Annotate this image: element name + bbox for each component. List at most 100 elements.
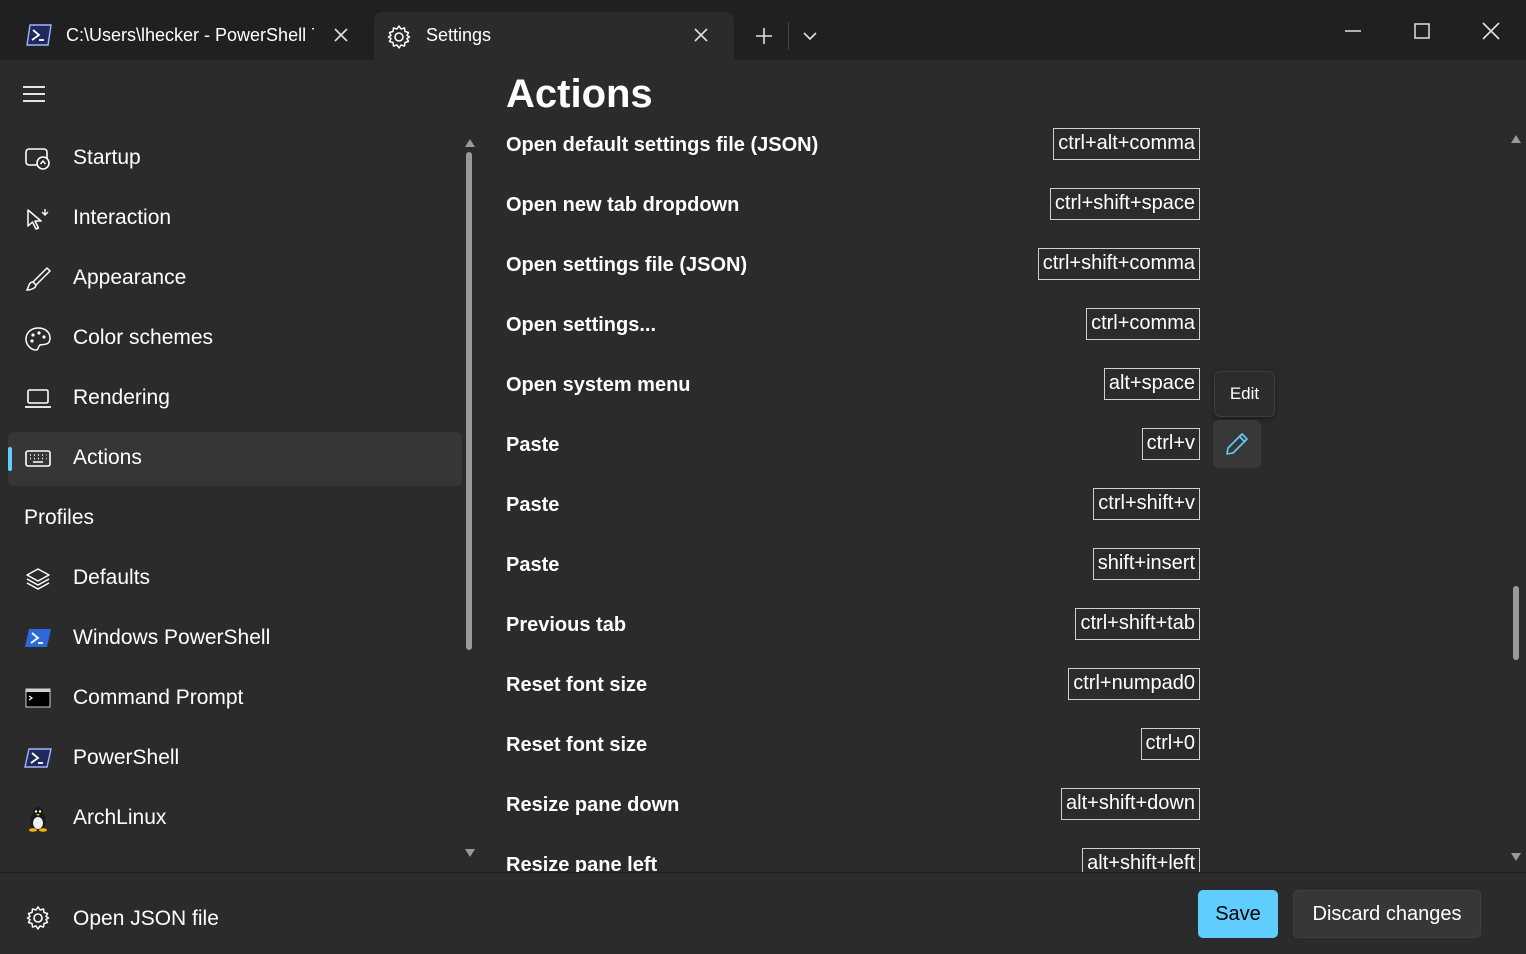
nav-item-startup[interactable]: Startup xyxy=(8,132,462,186)
key-chord: shift+insert xyxy=(1092,548,1200,580)
nav-item-label: Appearance xyxy=(73,266,187,289)
settings-nav: Startup Interaction Appearance Color sch… xyxy=(0,60,480,872)
action-name: Reset font size xyxy=(506,674,648,696)
chevron-down-icon xyxy=(803,32,817,41)
save-button[interactable]: Save xyxy=(1198,890,1278,938)
nav-item-powershell[interactable]: PowerShell xyxy=(8,732,462,786)
gear-icon xyxy=(24,905,52,931)
action-row[interactable]: Paste shift+insert xyxy=(506,548,1206,588)
edit-action-button[interactable] xyxy=(1213,420,1261,468)
close-icon xyxy=(1482,22,1500,40)
tab-settings[interactable]: Settings xyxy=(374,12,734,60)
action-name: Resize pane down xyxy=(506,794,680,816)
key-chord: ctrl+v xyxy=(1141,428,1200,460)
action-row[interactable]: Open settings... ctrl+comma xyxy=(506,308,1206,348)
tab-powershell[interactable]: C:\Users\lhecker - PowerShell 7 xyxy=(14,12,364,60)
window-close-button[interactable] xyxy=(1468,12,1514,50)
scroll-down-arrow-icon[interactable] xyxy=(464,848,476,858)
action-row[interactable]: Open settings file (JSON) ctrl+shift+com… xyxy=(506,248,1206,288)
keyboard-icon xyxy=(24,446,52,472)
nav-item-label: Startup xyxy=(73,146,141,169)
nav-item-command-prompt[interactable]: Command Prompt xyxy=(8,672,462,726)
nav-item-actions[interactable]: Actions xyxy=(8,432,462,486)
nav-item-defaults[interactable]: Defaults xyxy=(8,552,462,606)
key-chord: alt+shift+down xyxy=(1061,788,1200,820)
action-name: Reset font size xyxy=(506,734,648,756)
startup-icon xyxy=(24,146,52,172)
action-row[interactable]: Reset font size ctrl+numpad0 xyxy=(506,668,1206,708)
action-name: Paste xyxy=(506,434,560,456)
interaction-icon xyxy=(24,206,52,232)
nav-item-label: Actions xyxy=(73,446,142,469)
nav-item-color-schemes[interactable]: Color schemes xyxy=(8,312,462,366)
powershell-icon xyxy=(24,626,52,652)
action-row[interactable]: Previous tab ctrl+shift+tab xyxy=(506,608,1206,648)
nav-item-interaction[interactable]: Interaction xyxy=(8,192,462,246)
tux-icon xyxy=(24,806,52,832)
pencil-icon xyxy=(1226,433,1248,455)
key-chord: ctrl+comma xyxy=(1086,308,1200,340)
page-title: Actions xyxy=(506,72,653,116)
discard-changes-button[interactable]: Discard changes xyxy=(1293,890,1481,938)
maximize-button[interactable] xyxy=(1399,12,1445,50)
key-chord: ctrl+numpad0 xyxy=(1068,668,1200,700)
edit-tooltip: Edit xyxy=(1214,371,1275,417)
action-row[interactable]: Resize pane down alt+shift+down xyxy=(506,788,1206,828)
nav-item-label: ArchLinux xyxy=(73,806,167,829)
action-name: Paste xyxy=(506,554,560,576)
actions-page: Actions Open default settings file (JSON… xyxy=(480,60,1526,872)
action-row[interactable]: Paste ctrl+shift+v xyxy=(506,488,1206,528)
action-row[interactable]: Open new tab dropdown ctrl+shift+space xyxy=(506,188,1206,228)
nav-item-label: Interaction xyxy=(73,206,172,229)
scroll-up-arrow-icon[interactable] xyxy=(464,138,476,148)
scroll-up-arrow-icon[interactable] xyxy=(1510,134,1522,144)
action-row[interactable]: Open system menu alt+space xyxy=(506,368,1206,408)
maximize-icon xyxy=(1414,23,1430,39)
plus-icon xyxy=(756,28,772,44)
close-icon[interactable] xyxy=(688,22,714,48)
key-chord: alt+space xyxy=(1103,368,1200,400)
action-row[interactable]: Paste ctrl+v xyxy=(506,428,1206,468)
nav-item-label: Windows PowerShell xyxy=(73,626,271,649)
close-icon[interactable] xyxy=(328,22,354,48)
content-scrollbar-thumb[interactable] xyxy=(1513,586,1519,660)
tab-separator xyxy=(788,22,789,50)
new-tab-button[interactable] xyxy=(748,22,780,50)
cmd-icon xyxy=(24,686,52,712)
action-row[interactable]: Reset font size ctrl+0 xyxy=(506,728,1206,768)
palette-icon xyxy=(24,326,52,352)
open-json-file-button[interactable]: Open JSON file xyxy=(8,891,308,945)
scroll-down-arrow-icon[interactable] xyxy=(1510,852,1522,862)
tab-dropdown-button[interactable] xyxy=(796,22,824,50)
key-chord: ctrl+0 xyxy=(1140,728,1200,760)
gear-icon xyxy=(386,24,412,49)
nav-item-label: Defaults xyxy=(73,566,151,589)
key-chord: ctrl+alt+comma xyxy=(1053,128,1200,160)
minimize-button[interactable] xyxy=(1330,12,1376,50)
nav-item-label: PowerShell xyxy=(73,746,180,769)
key-chord: ctrl+shift+v xyxy=(1093,488,1200,520)
action-row[interactable]: Open default settings file (JSON) ctrl+a… xyxy=(506,128,1206,168)
action-name: Open default settings file (JSON) xyxy=(506,134,819,156)
footer-bar: Open JSON file Save Discard changes xyxy=(0,872,1526,954)
action-name: Paste xyxy=(506,494,560,516)
nav-item-rendering[interactable]: Rendering xyxy=(8,372,462,426)
nav-item-windows-powershell[interactable]: Windows PowerShell xyxy=(8,612,462,666)
action-name: Open system menu xyxy=(506,374,691,396)
layers-icon xyxy=(24,566,52,592)
open-json-label: Open JSON file xyxy=(73,907,219,930)
powershell-icon xyxy=(26,24,52,48)
nav-item-archlinux[interactable]: ArchLinux xyxy=(8,792,462,846)
key-chord: ctrl+shift+tab xyxy=(1075,608,1200,640)
brush-icon xyxy=(24,266,52,292)
nav-item-appearance[interactable]: Appearance xyxy=(8,252,462,306)
nav-item-label: Command Prompt xyxy=(73,686,244,709)
hamburger-menu-icon[interactable] xyxy=(22,84,50,108)
key-chord: ctrl+shift+comma xyxy=(1037,248,1200,280)
selection-indicator xyxy=(8,447,12,471)
nav-scrollbar-thumb[interactable] xyxy=(466,152,472,650)
minimize-icon xyxy=(1345,30,1361,32)
action-name: Open settings file (JSON) xyxy=(506,254,748,276)
action-row[interactable]: Resize pane left alt+shift+left xyxy=(506,848,1206,872)
key-chord: ctrl+shift+space xyxy=(1049,188,1200,220)
